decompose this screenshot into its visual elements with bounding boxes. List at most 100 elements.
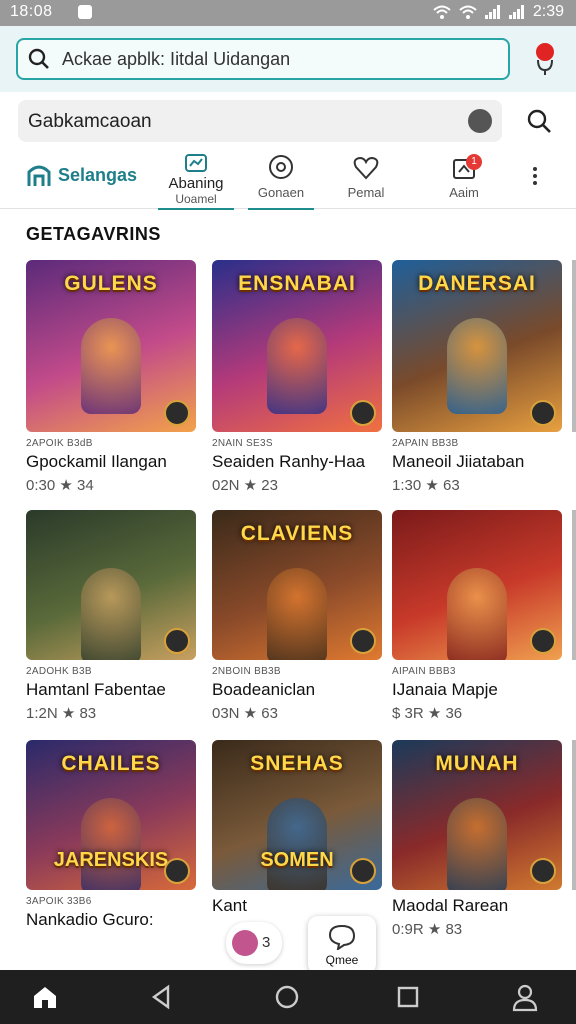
game-hero-art <box>81 568 141 660</box>
search-icon-secondary[interactable] <box>526 108 552 134</box>
tab-label: Pemal <box>347 185 385 200</box>
notification-badge: 1 <box>466 154 482 170</box>
game-stats: 0:30 ★ 34 <box>26 477 94 494</box>
edge-card <box>572 510 576 660</box>
game-hero-art <box>81 318 141 414</box>
game-art-title: MUNAH <box>435 752 519 775</box>
game-card[interactable]: ENSNABAI 2NAIN SE3S Seaiden Ranhy-Haa 02N ★… <box>212 260 382 494</box>
game-name: Seaiden Ranhy-Haa <box>212 452 366 471</box>
game-thumbnail[interactable]: CLAVIENS <box>212 510 382 660</box>
game-name: Gpockamil Ilangan <box>26 452 167 471</box>
chip-count: 3 <box>262 934 271 951</box>
game-thumbnail[interactable]: MUNAH <box>392 740 562 890</box>
tab-aaim[interactable]: 1 Aaim <box>432 150 496 208</box>
tab-abaning[interactable]: Abaning Uoamel <box>158 150 234 210</box>
game-badge-icon <box>164 858 190 884</box>
game-hero-art <box>267 568 327 660</box>
game-badge-icon <box>350 858 376 884</box>
game-card[interactable]: SNEHAS SOMEN Kant <box>212 740 382 920</box>
edge-card <box>572 740 576 890</box>
game-meta: 3APOIK 33B6 <box>26 896 92 907</box>
wifi-icon <box>433 5 451 19</box>
game-card[interactable]: 2ADOHK B3B Hamtanl Fabentae 1:2N ★ 83 <box>26 510 196 722</box>
game-thumbnail[interactable] <box>392 510 562 660</box>
heart-icon <box>353 156 379 180</box>
avatar-icon[interactable] <box>468 109 492 133</box>
game-card[interactable]: AIPAIN BBB3 IJanaia Mapje $ 3R ★ 36 <box>392 510 562 722</box>
game-thumbnail[interactable]: GULENS <box>26 260 196 432</box>
tab-label: Gonaen <box>257 185 305 200</box>
game-art-title: SNEHAS <box>250 752 344 775</box>
game-card[interactable]: CHAILES JARENSKIS 3APOIK 33B6 Nankadio Gcur… <box>26 740 196 934</box>
game-hero-art <box>447 318 507 414</box>
mic-icon[interactable] <box>528 42 558 76</box>
game-hero-art <box>267 798 327 890</box>
game-art-title: CLAVIENS <box>240 522 354 545</box>
tab-gonaen[interactable]: Gonaen <box>248 150 314 210</box>
circle-home-icon[interactable] <box>274 984 300 1010</box>
game-name: Nankadio Gcuro: <box>26 910 154 929</box>
game-stats: 1:2N ★ 83 <box>26 705 97 722</box>
game-stats: 0:9R ★ 83 <box>392 921 463 938</box>
game-name: Maneoil Jiiataban <box>392 452 525 471</box>
friends-chip[interactable]: 3 <box>226 922 282 964</box>
game-stats: 1:30 ★ 63 <box>392 477 460 494</box>
game-meta: 2NBOIN BB3B <box>212 666 281 677</box>
game-stats: 03N ★ 63 <box>212 705 278 722</box>
tab-label: Aaim <box>449 185 479 200</box>
wifi-icon-2 <box>459 5 477 19</box>
game-badge-icon <box>350 628 376 654</box>
status-time: 18:08 <box>10 3 53 20</box>
chat-icon <box>269 155 293 179</box>
search-input[interactable]: Ackae apblk: Iitdal Uidangan <box>16 38 510 80</box>
game-stats: 02N ★ 23 <box>212 477 278 494</box>
tab-label-2: Uoamel <box>175 192 217 206</box>
filter-field[interactable]: Gabkamcaoan <box>18 100 502 142</box>
signal-icon <box>484 5 501 19</box>
game-meta: 2NAIN SE3S <box>212 438 273 449</box>
game-art-title: DANERSAI <box>418 272 536 295</box>
game-badge-icon <box>530 628 556 654</box>
status-bar: 18:08 2:39 <box>0 0 576 26</box>
person-icon[interactable] <box>512 984 538 1012</box>
store-icon <box>27 165 51 186</box>
signal-icon-2 <box>508 5 525 19</box>
game-card[interactable]: CLAVIENS 2NBOIN BB3B Boadeaniclan 03N ★ 63 <box>212 510 382 722</box>
game-card[interactable]: MUNAH Maodal Rarean 0:9R ★ 83 <box>392 740 562 938</box>
tab-selangas[interactable]: Selangas <box>26 162 137 188</box>
game-thumbnail[interactable] <box>26 510 196 660</box>
chat-bubble-icon <box>328 924 356 952</box>
avatar <box>232 930 258 956</box>
game-thumbnail[interactable]: DANERSAI <box>392 260 562 432</box>
game-meta: 2ADOHK B3B <box>26 666 92 677</box>
home-icon[interactable] <box>32 984 58 1010</box>
game-stats: $ 3R ★ 36 <box>392 705 463 722</box>
tab-label: Selangas <box>58 164 138 185</box>
game-card[interactable]: GULENS 2APOIK B3dB Gpockamil Ilangan 0:30 ★… <box>26 260 196 494</box>
notification-icon <box>78 5 92 19</box>
game-hero-art <box>447 798 507 890</box>
game-name: Boadeaniclan <box>212 680 316 699</box>
game-name: Hamtanl Fabentae <box>26 680 166 699</box>
comment-fab[interactable]: Qmee <box>308 916 376 974</box>
filter-value: Gabkamcaoan <box>28 111 152 132</box>
tab-label: Abaning <box>168 175 224 192</box>
game-thumbnail[interactable]: SNEHAS SOMEN <box>212 740 382 890</box>
section-title: GETAGAVRINS <box>26 224 161 244</box>
game-card[interactable]: DANERSAI 2APAIN BB3B Maneoil Jiiataban 1:30… <box>392 260 562 494</box>
game-meta: 2APAIN BB3B <box>392 438 459 449</box>
game-meta: 2APOIK B3dB <box>26 438 93 449</box>
kebab-icon[interactable] <box>530 164 540 188</box>
back-icon[interactable] <box>150 984 172 1010</box>
game-thumbnail[interactable]: CHAILES JARENSKIS <box>26 740 196 890</box>
top-bar: Ackae apblk: Iitdal Uidangan <box>0 26 576 92</box>
game-hero-art <box>267 318 327 414</box>
game-badge-icon <box>350 400 376 426</box>
recents-icon[interactable] <box>396 984 420 1010</box>
game-badge-icon <box>164 628 190 654</box>
edge-card <box>572 260 576 432</box>
game-hero-art <box>81 798 141 890</box>
tab-pemal[interactable]: Pemal <box>334 150 398 208</box>
game-thumbnail[interactable]: ENSNABAI <box>212 260 382 432</box>
game-art-title: ENSNABAI <box>238 272 356 295</box>
